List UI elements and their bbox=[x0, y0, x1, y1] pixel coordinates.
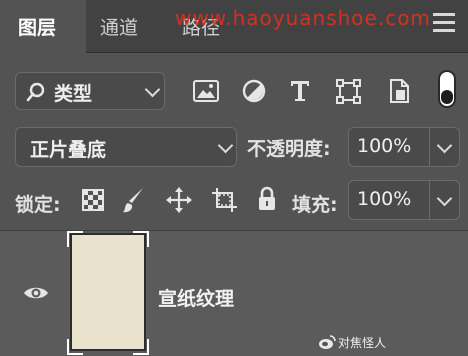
lock-position-icon[interactable] bbox=[165, 186, 193, 214]
eye-visibility-icon[interactable] bbox=[23, 285, 49, 301]
search-icon bbox=[26, 82, 45, 102]
lock-transparent-pixels-icon[interactable] bbox=[82, 189, 104, 211]
lock-all-icon[interactable] bbox=[257, 186, 277, 212]
selection-corner bbox=[133, 339, 149, 355]
adjustment-filter-icon[interactable] bbox=[242, 79, 266, 103]
chevron-down-icon bbox=[436, 137, 453, 154]
chevron-down-icon bbox=[144, 81, 161, 98]
filter-toggle-switch[interactable] bbox=[438, 70, 456, 108]
smart-object-filter-icon[interactable] bbox=[388, 78, 410, 104]
image-filter-icon[interactable] bbox=[193, 80, 219, 102]
chevron-down-icon bbox=[217, 137, 234, 154]
tab-channels[interactable]: 通道 bbox=[100, 0, 180, 52]
layer-filter-dropdown[interactable]: 类型 bbox=[15, 72, 165, 110]
author-credit: 对焦怪人 bbox=[338, 336, 387, 350]
fill-value: 100% bbox=[357, 188, 412, 210]
lock-image-pixels-icon[interactable] bbox=[122, 186, 146, 214]
weibo-logo-icon bbox=[319, 335, 336, 349]
text-filter-icon[interactable] bbox=[289, 79, 311, 103]
layer-thumbnail[interactable] bbox=[70, 233, 146, 351]
blend-mode-value: 正片叠底 bbox=[30, 139, 107, 161]
layer-name[interactable]: 宣纸纹理 bbox=[158, 284, 234, 311]
shape-filter-icon[interactable] bbox=[336, 79, 361, 104]
fill-dropdown-button[interactable] bbox=[430, 180, 460, 220]
opacity-input[interactable]: 100% bbox=[348, 127, 430, 167]
opacity-label: 不透明度: bbox=[247, 138, 331, 160]
opacity-dropdown-button[interactable] bbox=[430, 127, 460, 167]
lock-label: 锁定: bbox=[15, 194, 61, 216]
chevron-down-icon bbox=[436, 190, 453, 207]
watermark-text: www.haoyuanshoe.com bbox=[175, 6, 431, 30]
selection-corner bbox=[133, 231, 149, 247]
opacity-value: 100% bbox=[357, 135, 412, 157]
fill-input[interactable]: 100% bbox=[348, 180, 430, 220]
panel-menu-icon[interactable] bbox=[430, 10, 458, 36]
filter-type-label: 类型 bbox=[54, 83, 93, 105]
selection-corner bbox=[67, 231, 83, 247]
lock-artboard-icon[interactable] bbox=[211, 187, 239, 213]
fill-label: 填充: bbox=[292, 194, 338, 216]
tab-layers[interactable]: 图层 bbox=[0, 0, 86, 53]
selection-corner bbox=[67, 339, 83, 355]
blend-mode-dropdown[interactable]: 正片叠底 bbox=[15, 127, 237, 167]
